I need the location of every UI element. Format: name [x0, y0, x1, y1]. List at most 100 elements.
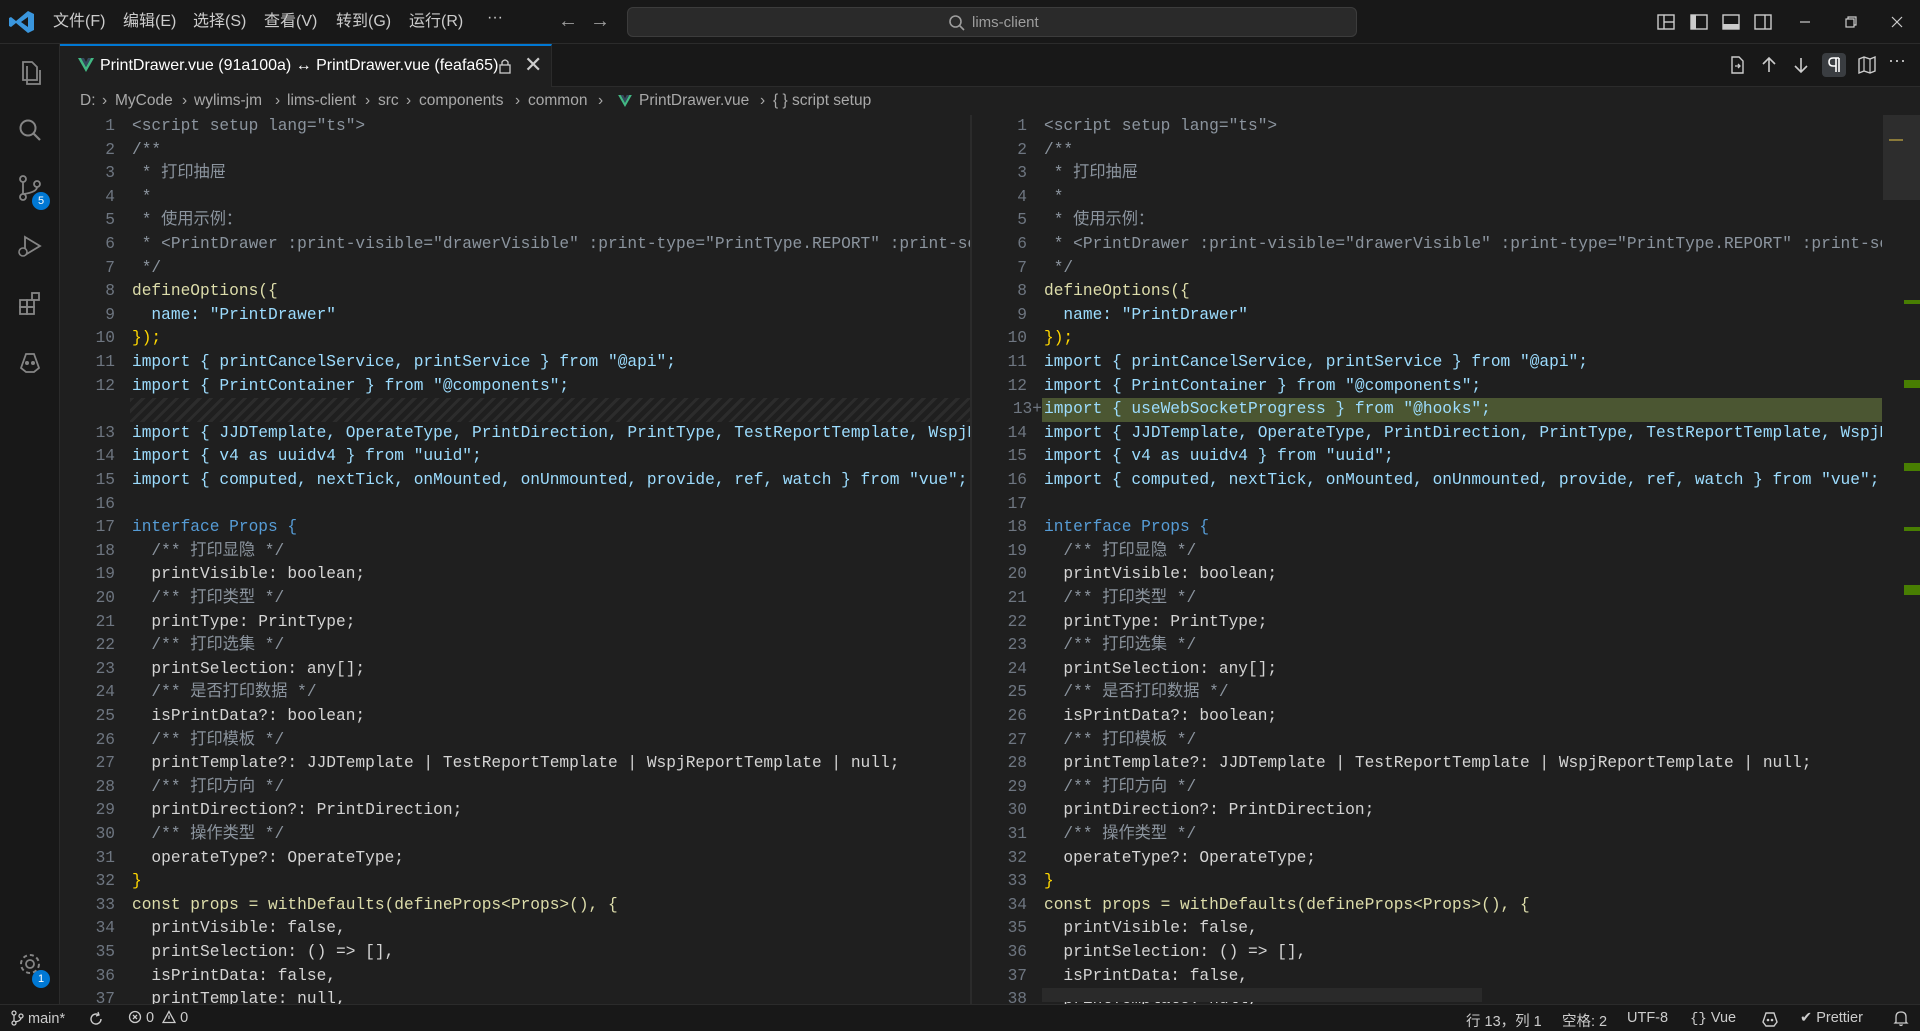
overview-marker: [1904, 527, 1920, 531]
menu-edit[interactable]: 编辑(E): [123, 10, 176, 34]
menu-run[interactable]: 运行(R): [409, 10, 463, 34]
code-line: printSelection: () => [],: [1044, 943, 1307, 961]
code-line: <script setup lang="ts">: [132, 117, 366, 135]
toggle-secondary-sidebar-icon[interactable]: [1752, 11, 1774, 33]
code-line: isPrintData: false,: [1044, 966, 1248, 985]
code-line: /** 打印显隐 */: [132, 541, 285, 560]
code-line: defineOptions({: [132, 282, 278, 301]
line-number: 20: [95, 589, 115, 607]
branch-status[interactable]: main*: [10, 1010, 65, 1027]
line-number: 6: [1017, 235, 1027, 253]
line-number: 29: [95, 801, 115, 820]
notifications-bell-icon[interactable]: [1893, 1010, 1909, 1027]
line-number: 30: [95, 825, 115, 843]
line-number: 18: [1007, 518, 1027, 537]
horizontal-scrollbar[interactable]: [1042, 988, 1482, 1002]
open-file-icon[interactable]: [1726, 54, 1748, 76]
code-line: isPrintData?: boolean;: [1044, 707, 1278, 725]
breadcrumb-lims-client[interactable]: lims-client: [287, 92, 356, 110]
encoding[interactable]: UTF-8: [1627, 1010, 1668, 1026]
tab-printdrawer-diff[interactable]: PrintDrawer.vue (91a100a) ↔ PrintDrawer.…: [60, 44, 552, 87]
minimize-icon[interactable]: [1794, 11, 1816, 33]
menu-more[interactable]: ···: [487, 6, 503, 30]
explorer-icon[interactable]: [12, 54, 48, 90]
breadcrumb-wylims-jm[interactable]: wylims-jm: [194, 92, 262, 110]
line-number: 31: [1007, 825, 1027, 843]
line-number: 16: [1007, 471, 1027, 489]
indentation[interactable]: 空格: 2: [1562, 1010, 1607, 1031]
overview-marker: [1904, 463, 1920, 471]
code-line: import { printCancelService, printServic…: [1044, 353, 1588, 371]
breadcrumb-drive[interactable]: D:: [80, 92, 96, 110]
code-line: *: [1044, 187, 1064, 206]
line-number: 5: [105, 211, 115, 230]
problems-status[interactable]: 0 0: [128, 1010, 188, 1026]
next-change-icon[interactable]: [1790, 54, 1812, 76]
diff-modified-pane[interactable]: 1 2 3 4 5 6 7 8 9 10 11 12 13+ 14 15 16 …: [972, 115, 1882, 1004]
code-line: import { PrintContainer } from "@compone…: [132, 376, 570, 395]
code-line: });: [1044, 329, 1074, 348]
cursor-position[interactable]: 行 13，列 1: [1466, 1010, 1542, 1031]
close-tab-icon[interactable]: ✕: [524, 54, 542, 76]
code-line: import { v4 as uuidv4 } from "uuid";: [1044, 447, 1394, 466]
error-count: 0: [146, 1010, 155, 1026]
line-number: 11: [1007, 353, 1027, 371]
command-center-search[interactable]: lims-client: [627, 7, 1357, 37]
check-double-icon: ✔: [1800, 1010, 1813, 1026]
vue-file-icon: [78, 58, 94, 72]
inline-view-icon[interactable]: [1856, 54, 1878, 76]
braces-icon: {}: [1690, 1011, 1707, 1027]
back-arrow-icon[interactable]: ←: [558, 10, 578, 32]
copilot-status-icon[interactable]: [1760, 1010, 1780, 1028]
code-line: defineOptions({: [1044, 282, 1190, 301]
line-number: 36: [1007, 943, 1027, 961]
line-number: 35: [1007, 919, 1027, 938]
code-line: /** 打印模板 */: [132, 730, 285, 749]
breadcrumb-file[interactable]: PrintDrawer.vue: [639, 92, 749, 110]
line-number: 13: [95, 423, 115, 442]
language-mode[interactable]: {} Vue: [1690, 1010, 1736, 1027]
prettier-status[interactable]: ✔ Prettier: [1800, 1010, 1863, 1026]
close-window-icon[interactable]: [1886, 11, 1908, 33]
previous-change-icon[interactable]: [1758, 54, 1780, 76]
diff-original-pane[interactable]: 1 2 3 4 5 6 7 8 9 10 11 12 13 14 15 16 1…: [60, 115, 970, 1004]
copilot-icon[interactable]: [12, 344, 48, 380]
diff-filler-block: [130, 398, 970, 422]
breadcrumb-common[interactable]: common: [528, 92, 587, 110]
line-number: 6: [105, 235, 115, 253]
breadcrumb-src[interactable]: src: [378, 92, 399, 110]
code-line: name: "PrintDrawer": [1044, 305, 1248, 324]
breadcrumb-components[interactable]: components: [419, 92, 503, 110]
whitespace-toggle[interactable]: [1822, 53, 1846, 77]
forward-arrow-icon[interactable]: →: [590, 10, 610, 32]
sync-icon[interactable]: [88, 1011, 104, 1027]
line-number: 12: [95, 376, 115, 395]
menu-view[interactable]: 查看(V): [264, 10, 317, 34]
overview-viewport-slider[interactable]: [1883, 115, 1920, 200]
menu-go[interactable]: 转到(G): [336, 10, 391, 34]
code-line: /** 是否打印数据 */: [1044, 683, 1229, 702]
vue-file-icon: [618, 95, 632, 107]
line-number: 19: [1007, 541, 1027, 560]
code-line: printSelection: () => [],: [132, 943, 395, 961]
menu-selection[interactable]: 选择(S): [193, 10, 246, 34]
line-number: 26: [95, 730, 115, 749]
menu-file[interactable]: 文件(F): [53, 10, 105, 34]
more-actions-icon[interactable]: ···: [1888, 50, 1910, 72]
breadcrumb-mycode[interactable]: MyCode: [115, 92, 173, 110]
breadcrumb-symbol[interactable]: { } script setup: [773, 92, 871, 110]
customize-layout-icon[interactable]: [1655, 11, 1677, 33]
overview-ruler[interactable]: [1883, 115, 1920, 1004]
extensions-icon[interactable]: [12, 286, 48, 322]
manage-badge: 1: [32, 970, 50, 988]
restore-icon[interactable]: [1840, 11, 1862, 33]
code-line: * 使用示例：: [1044, 211, 1155, 230]
code-line: /** 操作类型 */: [1044, 825, 1197, 843]
run-debug-icon[interactable]: [12, 228, 48, 264]
toggle-panel-icon[interactable]: [1720, 11, 1742, 33]
code-line: */: [132, 258, 162, 277]
code-line: * <PrintDrawer :print-visible="drawerVis…: [132, 235, 970, 253]
search-view-icon[interactable]: [12, 112, 48, 148]
toggle-primary-sidebar-icon[interactable]: [1688, 11, 1710, 33]
line-number: 13+: [1012, 400, 1042, 419]
